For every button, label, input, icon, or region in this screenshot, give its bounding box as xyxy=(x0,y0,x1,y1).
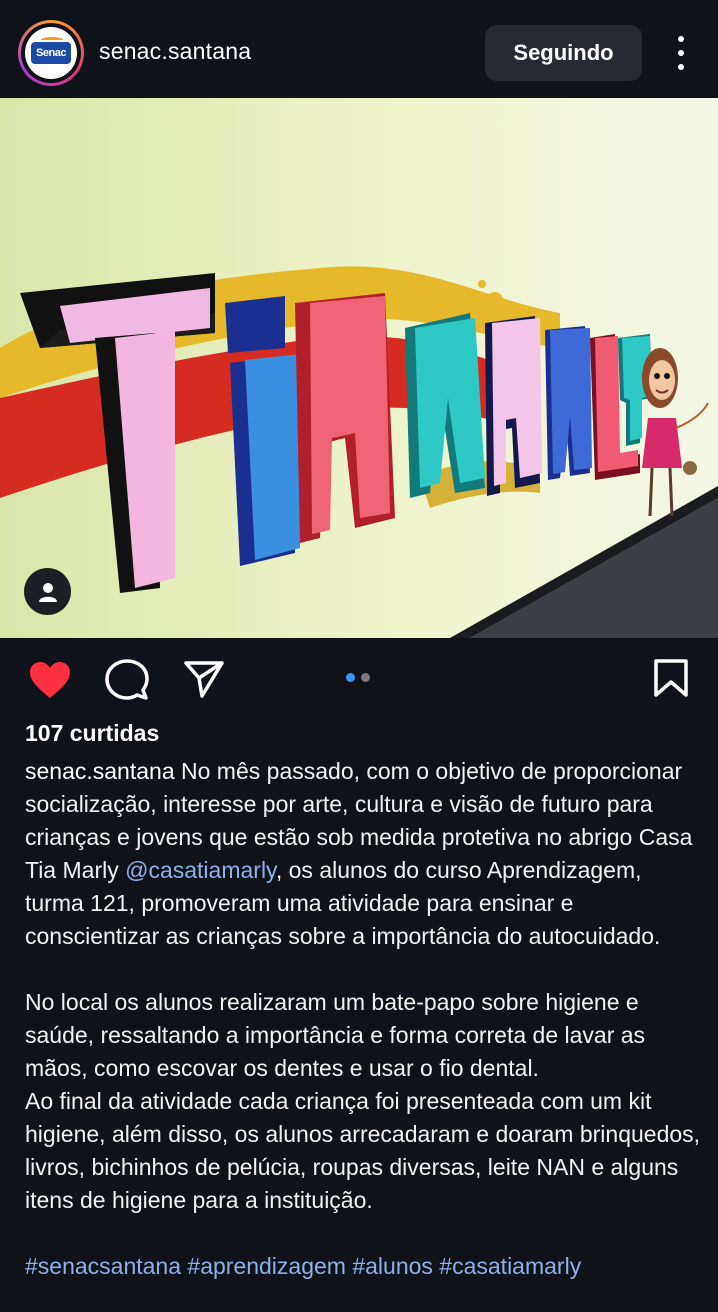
bookmark-icon[interactable] xyxy=(653,658,689,703)
caption-paragraph-3: Ao final da atividade cada criança foi p… xyxy=(25,1088,701,1213)
carousel-indicator xyxy=(346,673,370,682)
caption-paragraph-2: No local os alunos realizaram um bate-pa… xyxy=(25,989,646,1081)
caption-text-2: , os alunos do curso Aprendizagem, turma… xyxy=(25,857,661,949)
post-caption: senac.santana No mês passado, com o obje… xyxy=(25,755,705,1283)
user-tag-icon[interactable] xyxy=(24,568,71,615)
post-header: Senac senac.santana Seguindo xyxy=(0,0,718,98)
logo-text: Senac xyxy=(36,47,66,59)
following-button[interactable]: Seguindo xyxy=(485,25,642,81)
heart-icon[interactable] xyxy=(28,660,72,705)
mention-link[interactable]: @casatiamarly xyxy=(125,857,276,883)
caption-username[interactable]: senac.santana xyxy=(25,758,181,784)
carousel-dot xyxy=(361,673,370,682)
hashtags[interactable]: #senacsantana #aprendizagem #alunos #cas… xyxy=(25,1250,705,1283)
likes-count[interactable]: 107 curtidas xyxy=(25,720,159,747)
comment-icon[interactable] xyxy=(105,658,149,707)
avatar[interactable]: Senac xyxy=(18,20,84,86)
mural-illustration xyxy=(0,98,718,638)
senac-logo: Senac xyxy=(25,27,77,79)
action-bar xyxy=(0,638,718,718)
username-link[interactable]: senac.santana xyxy=(99,38,251,65)
more-vertical-icon[interactable] xyxy=(668,36,694,70)
carousel-dot-active xyxy=(346,673,355,682)
send-icon[interactable] xyxy=(183,658,225,705)
post-image[interactable] xyxy=(0,98,718,638)
